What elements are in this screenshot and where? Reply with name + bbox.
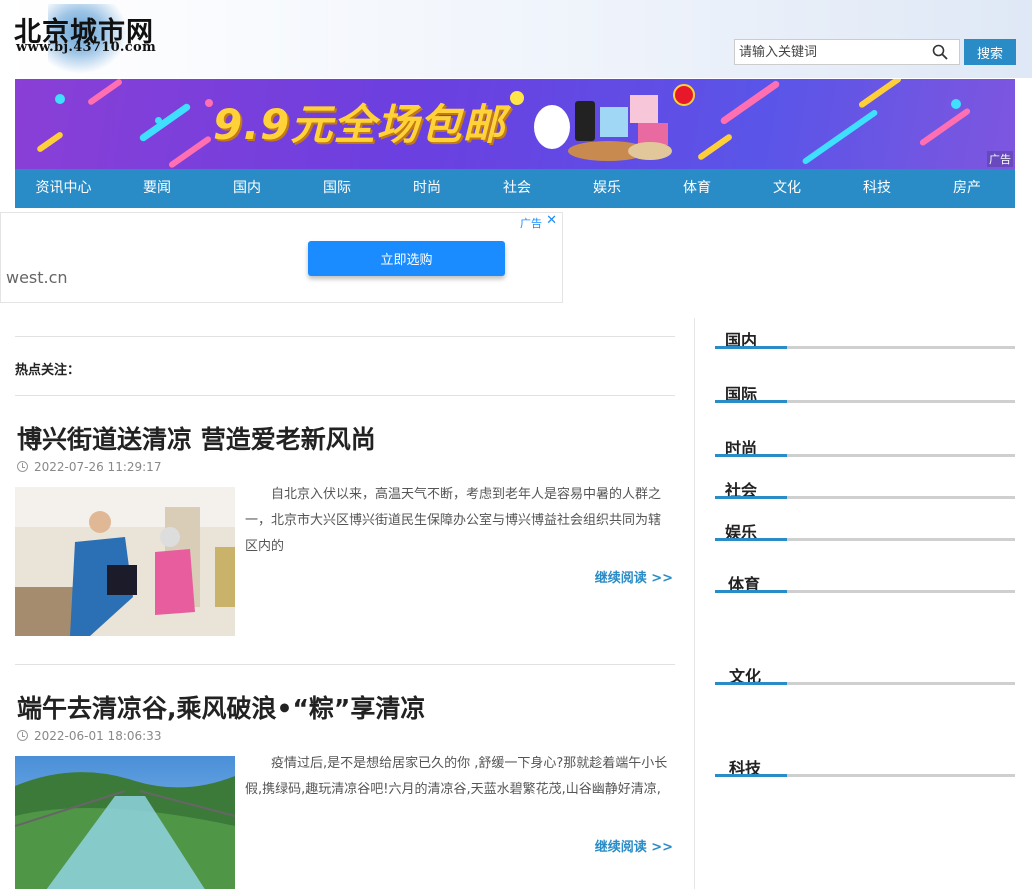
sidebar-item-label: 娱乐 bbox=[725, 523, 758, 542]
nav-item-headlines[interactable]: 要闻 bbox=[112, 169, 202, 208]
article-excerpt: 疫情过后,是不是想给居家已久的你 ,舒缓一下身心?那就趁着端午小长假,携绿码,趣… bbox=[245, 756, 668, 797]
article-date: 2022-06-01 18:06:33 bbox=[17, 729, 161, 743]
ad-buy-button[interactable]: 立即选购 bbox=[308, 241, 505, 276]
sidebar-item-label: 国际 bbox=[725, 385, 758, 404]
search-input[interactable] bbox=[734, 39, 960, 65]
nav-item-fashion[interactable]: 时尚 bbox=[382, 169, 472, 208]
article-thumbnail[interactable] bbox=[15, 487, 235, 636]
sidebar-item-society[interactable]: 社会 bbox=[715, 473, 1015, 500]
article-thumbnail[interactable] bbox=[15, 756, 235, 889]
nav-item-tech[interactable]: 科技 bbox=[832, 169, 922, 208]
promo-banner[interactable]: 9.9元全场包邮 广告 bbox=[15, 79, 1015, 169]
search-button[interactable]: 搜索 bbox=[964, 39, 1016, 65]
main-content: 热点关注： 博兴街道送清凉 营造爱老新风尚 2022-07-26 11:29:1… bbox=[15, 303, 675, 889]
nav-item-society[interactable]: 社会 bbox=[472, 169, 562, 208]
read-more-link[interactable]: 继续阅读 >> bbox=[595, 567, 673, 586]
products-illustration bbox=[534, 95, 672, 161]
ad-label: 广告 bbox=[987, 151, 1013, 167]
article-date: 2022-07-26 11:29:17 bbox=[17, 460, 161, 474]
read-more-link[interactable]: 继续阅读 >> bbox=[595, 836, 673, 855]
sidebar-item-label: 文化 bbox=[729, 667, 762, 686]
search-bar: 搜索 bbox=[734, 39, 1016, 65]
article-excerpt: 自北京入伏以来，高温天气不断，考虑到老年人是容易中暑的人群之一，北京市大兴区博兴… bbox=[245, 487, 662, 554]
sidebar-item-international[interactable]: 国际 bbox=[715, 377, 1015, 404]
logo-url: www.bj.43710.com bbox=[16, 40, 157, 55]
ad-domain: west.cn bbox=[6, 268, 68, 287]
clock-icon bbox=[17, 461, 28, 472]
sidebar-item-label: 国内 bbox=[725, 331, 758, 350]
close-icon[interactable]: ✕ bbox=[546, 213, 557, 228]
ad-block[interactable]: 广告 ✕ west.cn 立即选购 bbox=[0, 212, 563, 303]
divider bbox=[15, 336, 675, 337]
article-item: 端午去清凉谷,乘风破浪•“粽”享清凉 2022-06-01 18:06:33 疫… bbox=[15, 689, 675, 889]
search-icon[interactable] bbox=[932, 44, 948, 60]
nav-item-sports[interactable]: 体育 bbox=[652, 169, 742, 208]
sidebar-item-label: 体育 bbox=[728, 575, 761, 594]
site-logo[interactable]: 北京城市网 www.bj.43710.com bbox=[14, 4, 184, 74]
site-header: 北京城市网 www.bj.43710.com 搜索 bbox=[0, 0, 1032, 78]
sidebar-item-fashion[interactable]: 时尚 bbox=[715, 431, 1015, 458]
banner-headline: 9.9元全场包邮 bbox=[213, 100, 506, 149]
sidebar-item-domestic[interactable]: 国内 bbox=[715, 323, 1015, 350]
sidebar-item-label: 科技 bbox=[729, 759, 762, 778]
ad-block-label: 广告 bbox=[520, 217, 542, 230]
nav-item-real-estate[interactable]: 房产 bbox=[922, 169, 1012, 208]
sidebar-item-label: 时尚 bbox=[725, 439, 758, 458]
nav-item-entertainment[interactable]: 娱乐 bbox=[562, 169, 652, 208]
nav-item-culture[interactable]: 文化 bbox=[742, 169, 832, 208]
article-date-text: 2022-06-01 18:06:33 bbox=[34, 729, 162, 743]
hot-topics-label: 热点关注： bbox=[15, 363, 81, 378]
sidebar-item-culture[interactable]: 文化 bbox=[715, 659, 1015, 686]
article-title[interactable]: 端午去清凉谷,乘风破浪•“粽”享清凉 bbox=[17, 689, 425, 725]
nav-item-news-center[interactable]: 资讯中心 bbox=[15, 169, 112, 208]
article-date-text: 2022-07-26 11:29:17 bbox=[34, 460, 162, 474]
sidebar-divider bbox=[694, 318, 695, 889]
sidebar-item-entertainment[interactable]: 娱乐 bbox=[715, 515, 1015, 542]
clock-icon bbox=[17, 730, 28, 741]
sidebar-item-label: 社会 bbox=[725, 481, 758, 500]
sidebar-item-sports[interactable]: 体育 bbox=[715, 567, 1015, 594]
article-item: 博兴街道送清凉 营造爱老新风尚 2022-07-26 11:29:17 自北京入… bbox=[15, 420, 675, 650]
nav-item-domestic[interactable]: 国内 bbox=[202, 169, 292, 208]
nav-item-international[interactable]: 国际 bbox=[292, 169, 382, 208]
main-nav: 资讯中心 要闻 国内 国际 时尚 社会 娱乐 体育 文化 科技 房产 bbox=[15, 169, 1015, 208]
divider bbox=[15, 395, 675, 396]
sidebar-item-tech[interactable]: 科技 bbox=[715, 751, 1015, 778]
article-title[interactable]: 博兴街道送清凉 营造爱老新风尚 bbox=[17, 420, 376, 456]
divider bbox=[15, 664, 675, 665]
